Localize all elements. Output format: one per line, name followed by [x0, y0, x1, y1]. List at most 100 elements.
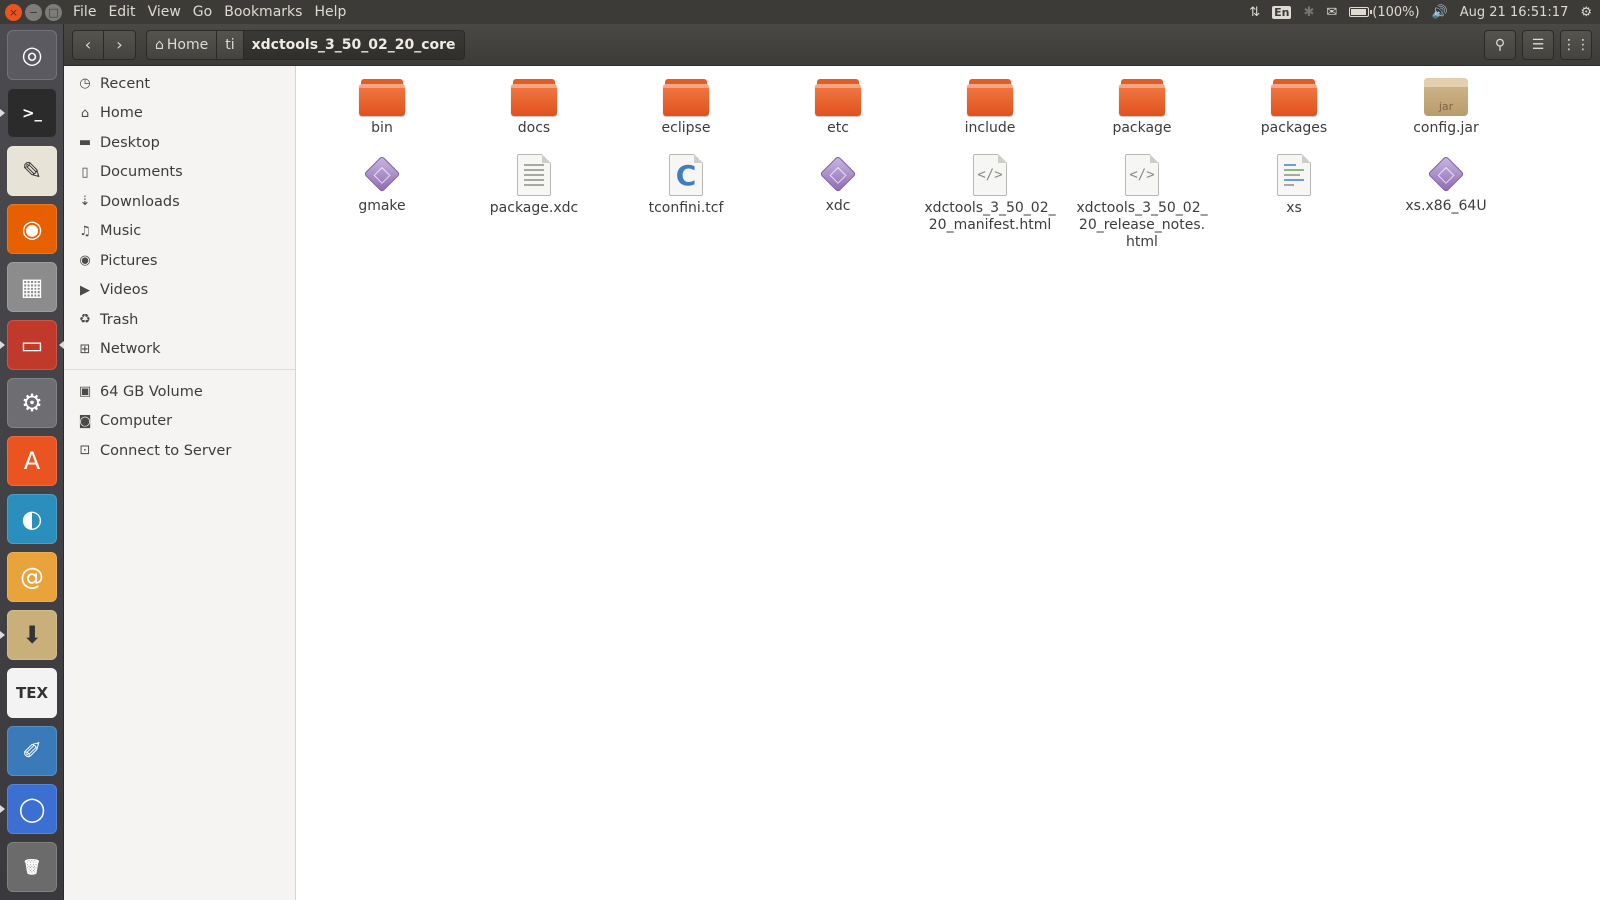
sidebar-item-desktop[interactable]: ▬ Desktop: [64, 128, 295, 158]
close-icon: ×: [8, 5, 19, 19]
file-item[interactable]: </> xdctools_3_50_02_20_manifest.html: [920, 154, 1060, 234]
breadcrumb-ti[interactable]: ti: [217, 29, 244, 60]
menu-help[interactable]: Help: [308, 0, 352, 24]
search-button[interactable]: ⚲: [1484, 29, 1516, 60]
list-view-button[interactable]: ☰: [1522, 29, 1554, 60]
file-name: docs: [517, 120, 551, 136]
sidebar-item-home[interactable]: ⌂ Home: [64, 99, 295, 129]
file-name: xs: [1286, 200, 1302, 216]
archive-manager-icon[interactable]: ⬇: [7, 610, 57, 660]
software-center-icon[interactable]: A: [7, 436, 57, 486]
breadcrumb-current[interactable]: xdctools_3_50_02_20_core: [243, 29, 465, 60]
file-item[interactable]: </> xdctools_3_50_02_20_release_notes.htm…: [1072, 154, 1212, 251]
back-button[interactable]: ‹: [72, 29, 104, 60]
clock[interactable]: Aug 21 16:51:17: [1460, 5, 1569, 20]
running-app-indicator: [0, 341, 5, 349]
file-item[interactable]: gmake: [312, 154, 452, 215]
system-settings-icon[interactable]: ⚙: [7, 378, 57, 428]
script-file-icon: [1277, 154, 1311, 196]
sidebar-devices: ▣ 64 GB Volume ◙ Computer ⊡ Connect to Server: [64, 375, 295, 466]
menu-go[interactable]: Go: [187, 0, 218, 24]
file-item[interactable]: packages: [1224, 78, 1364, 137]
drawing-app-icon[interactable]: ✐: [7, 726, 57, 776]
trash-launcher-icon[interactable]: 🗑: [7, 842, 57, 892]
tex-icon[interactable]: TEX: [7, 668, 57, 718]
sidebar-item-documents[interactable]: ▯ Documents: [64, 158, 295, 188]
spiral-app-icon[interactable]: @: [7, 552, 57, 602]
keyboard-layout-indicator[interactable]: En: [1272, 5, 1292, 19]
minimize-icon: −: [28, 5, 39, 19]
menu-file[interactable]: File: [67, 0, 102, 24]
sidebar-item-label: Downloads: [100, 193, 180, 210]
breadcrumb-home-label: Home: [166, 36, 209, 53]
sidebar-item-downloads[interactable]: ⇣ Downloads: [64, 187, 295, 217]
sidebar-item-recent[interactable]: ◷ Recent: [64, 69, 295, 99]
volume-icon: ▣: [78, 384, 92, 400]
chromium-icon[interactable]: ◯: [7, 784, 57, 834]
file-item[interactable]: package.xdc: [464, 154, 604, 217]
trash-icon: ♻: [79, 312, 91, 328]
sidebar-item-computer[interactable]: ◙ Computer: [64, 407, 295, 437]
breadcrumb-current-label: xdctools_3_50_02_20_core: [251, 36, 456, 53]
navigation-buttons: ‹ ›: [72, 29, 136, 60]
sidebar-item-network[interactable]: ⊞ Network: [64, 335, 295, 365]
sidebar-item-label: Desktop: [100, 134, 160, 151]
menu-edit[interactable]: Edit: [102, 0, 141, 24]
file-item[interactable]: include: [920, 78, 1060, 137]
c-badge: C: [675, 158, 697, 192]
running-app-indicator: [0, 631, 5, 639]
sidebar-item-label: Home: [100, 105, 143, 122]
mail-icon[interactable]: ✉: [1326, 5, 1337, 20]
text-file-icon: [517, 154, 551, 196]
cube-app-icon[interactable]: ▦: [7, 262, 57, 312]
text-editor-icon[interactable]: ✎: [7, 146, 57, 196]
file-item[interactable]: docs: [464, 78, 604, 137]
system-gear-icon[interactable]: ⚙: [1580, 5, 1592, 20]
file-item[interactable]: xs: [1224, 154, 1364, 217]
octave-icon[interactable]: ◐: [7, 494, 57, 544]
file-item[interactable]: bin: [312, 78, 452, 137]
sidebar-item-trash[interactable]: ♻ Trash: [64, 305, 295, 335]
volume-icon[interactable]: 🔊: [1432, 5, 1448, 20]
file-item[interactable]: xs.x86_64U: [1376, 154, 1516, 215]
sidebar-item-pictures[interactable]: ◉ Pictures: [64, 246, 295, 276]
chevron-left-icon: ‹: [84, 35, 92, 54]
network-icon: ⊞: [79, 341, 91, 357]
c-source-icon: C: [669, 154, 703, 196]
file-item[interactable]: etc: [768, 78, 908, 137]
search-icon: ⚲: [1494, 36, 1506, 53]
toolbar-right: ⚲ ☰ ⋮⋮: [1484, 29, 1592, 60]
battery-percentage: (100%): [1372, 4, 1420, 20]
pictures-icon: ◉: [79, 253, 91, 269]
breadcrumb-home[interactable]: ⌂ Home: [146, 29, 218, 60]
network-transfer-icon[interactable]: ⇅: [1249, 5, 1260, 20]
files-icon[interactable]: ▭: [7, 320, 57, 370]
folder-icon: [1271, 78, 1317, 116]
file-item[interactable]: Ctconfini.tcf: [616, 154, 756, 217]
sidebar-item-music[interactable]: ♫ Music: [64, 217, 295, 247]
battery-indicator[interactable]: (100%): [1349, 4, 1420, 20]
bluetooth-icon[interactable]: ✱: [1303, 5, 1314, 20]
sidebar-item-label: Documents: [100, 164, 183, 181]
window-controls: × − □: [5, 3, 67, 21]
file-item[interactable]: eclipse: [616, 78, 756, 137]
terminal-icon[interactable]: >_: [7, 88, 57, 138]
maximize-window-button[interactable]: □: [45, 3, 62, 21]
sidebar-item-connect[interactable]: ⊡ Connect to Server: [64, 436, 295, 466]
firefox-icon[interactable]: ◉: [7, 204, 57, 254]
sidebar-item-videos[interactable]: ▶ Videos: [64, 276, 295, 306]
minimize-window-button[interactable]: −: [25, 3, 42, 21]
home-icon: ⌂: [155, 36, 164, 53]
file-item[interactable]: package: [1072, 78, 1212, 137]
menu-bookmarks[interactable]: Bookmarks: [218, 0, 308, 24]
ubuntu-dash-icon[interactable]: ◎: [7, 30, 57, 80]
close-window-button[interactable]: ×: [5, 3, 22, 21]
sidebar-item-volume[interactable]: ▣ 64 GB Volume: [64, 377, 295, 407]
grid-view-button[interactable]: ⋮⋮: [1560, 29, 1592, 60]
file-grid: bin docs eclipse etc include package packages j…: [297, 66, 1600, 900]
file-item[interactable]: xdc: [768, 154, 908, 215]
sidebar-item-label: Computer: [100, 413, 173, 430]
file-item[interactable]: jar config.jar: [1376, 78, 1516, 137]
forward-button[interactable]: ›: [104, 29, 136, 60]
menu-view[interactable]: View: [142, 0, 187, 24]
